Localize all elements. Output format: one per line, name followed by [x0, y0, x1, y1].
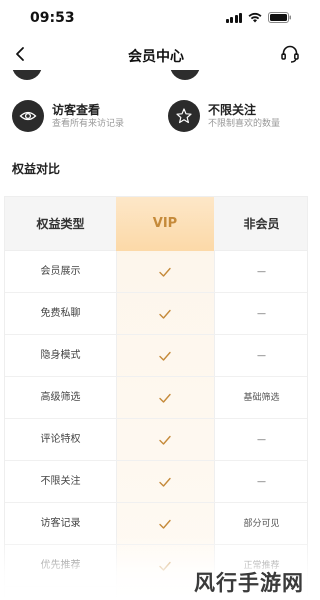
battery-icon: [268, 12, 292, 23]
feature-desc: 不限制喜欢的数量: [208, 118, 281, 129]
feature-icon: [12, 70, 42, 80]
vip-check-cell: [116, 461, 214, 503]
status-icons: [225, 12, 293, 23]
non-member-value: —: [257, 309, 266, 319]
vip-check-cell: [116, 419, 214, 461]
check-icon: [159, 351, 171, 361]
non-member-value: 基础筛选: [243, 393, 280, 403]
benefit-name: 不限关注: [40, 476, 81, 487]
table-row: 会员展示 —: [5, 251, 307, 293]
feature-title: 访客查看: [52, 102, 101, 117]
feature-icon: [170, 70, 200, 80]
vip-check-cell: [116, 293, 214, 335]
benefit-name: 隐身模式: [40, 350, 81, 361]
feature-unlimited-follow[interactable]: 不限关注 不限制喜欢的数量: [168, 100, 280, 132]
vip-check-cell: [116, 251, 214, 293]
check-icon: [159, 309, 171, 319]
benefit-name: 高级筛选: [40, 392, 81, 403]
benefit-name: 免费私聊: [40, 308, 81, 319]
check-icon: [159, 267, 171, 277]
star-icon: [168, 100, 200, 132]
table-row: 评论特权 —: [5, 419, 307, 461]
eye-icon: [12, 100, 44, 132]
non-member-value: —: [257, 477, 266, 487]
page-title: 会员中心: [128, 49, 184, 65]
wifi-icon: [248, 12, 262, 23]
status-time: 09:53: [30, 10, 75, 26]
non-member-value: —: [257, 351, 266, 361]
check-icon: [159, 477, 171, 487]
table-row: 隐身模式 —: [5, 335, 307, 377]
header-non-member: 非会员: [243, 217, 280, 231]
feature-title: 不限关注: [208, 102, 257, 117]
benefit-name: 评论特权: [40, 434, 81, 445]
feature-visitor[interactable]: 访客查看 查看所有来访记录: [12, 100, 124, 132]
table-row: 高级筛选 基础筛选: [5, 377, 307, 419]
check-icon: [159, 435, 171, 445]
vip-check-cell: [116, 377, 214, 419]
status-bar: 09:53: [0, 0, 312, 38]
section-title: 权益对比: [12, 162, 61, 176]
check-icon: [159, 393, 171, 403]
table-header: 权益类型 VIP 非会员: [5, 197, 307, 251]
header-vip: VIP: [152, 216, 178, 231]
non-member-value: —: [257, 435, 266, 445]
headset-icon: [281, 45, 299, 63]
non-member-value: —: [257, 267, 266, 277]
customer-service-button[interactable]: [278, 42, 302, 66]
table-row: 不限关注 —: [5, 461, 307, 503]
nav-bar: 会员中心: [0, 40, 312, 70]
benefit-name: 会员展示: [40, 266, 81, 277]
scrolled-feature-row: [0, 70, 312, 80]
table-row: 免费私聊 —: [5, 293, 307, 335]
header-benefit-type: 权益类型: [36, 217, 85, 231]
vip-check-cell: [116, 335, 214, 377]
watermark: 风行手游网: [194, 571, 304, 595]
signal-icon: [225, 12, 242, 23]
check-icon: [159, 519, 171, 529]
feature-desc: 查看所有来访记录: [52, 118, 125, 129]
